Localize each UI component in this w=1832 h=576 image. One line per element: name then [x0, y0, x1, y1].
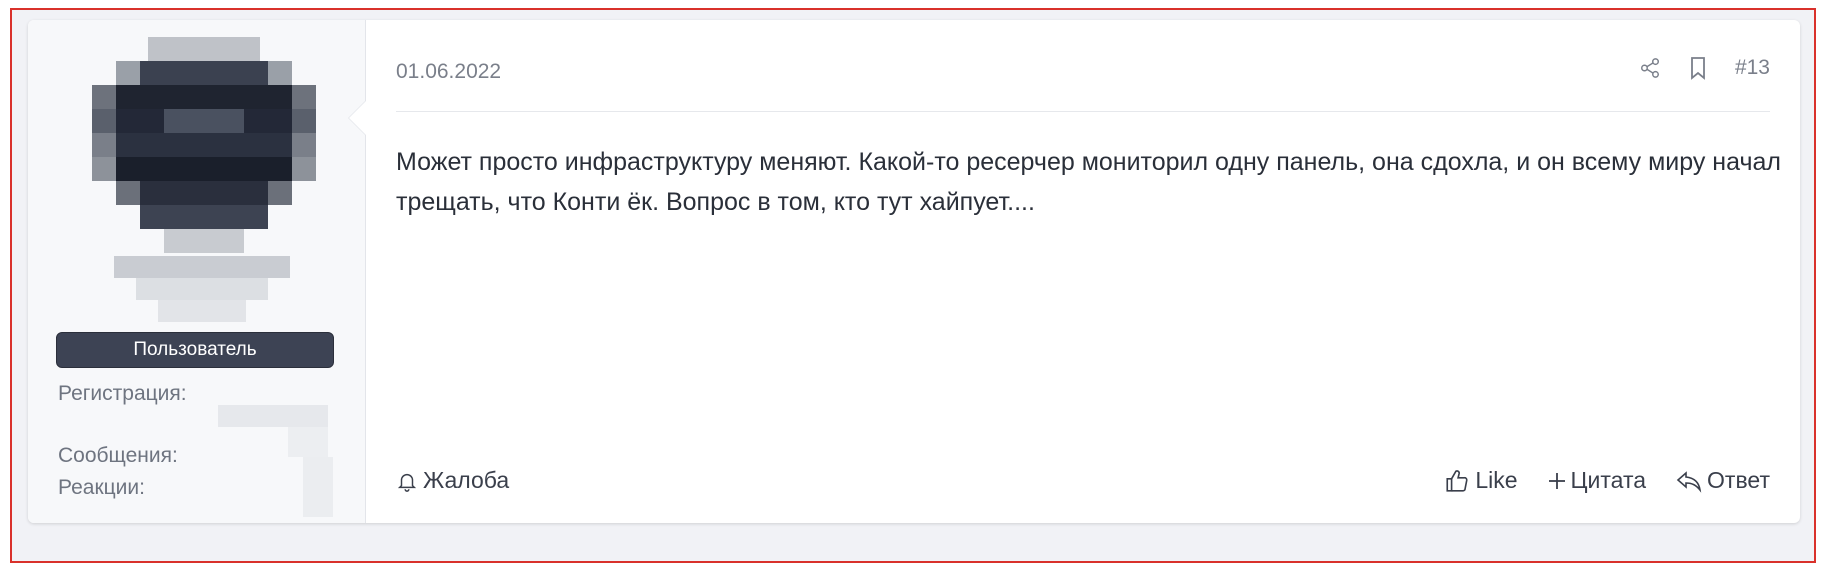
- post-content: 01.06.2022 #13 Может просто инфраструкту…: [366, 20, 1800, 523]
- post-pointer-arrow: [349, 100, 367, 136]
- like-label: Like: [1475, 467, 1518, 493]
- plus-icon: [1548, 472, 1565, 489]
- like-button[interactable]: Like: [1444, 467, 1518, 494]
- reply-label: Ответ: [1707, 467, 1770, 493]
- share-icon[interactable]: [1639, 57, 1661, 79]
- user-role-badge: Пользователь: [56, 332, 334, 368]
- quote-button[interactable]: Цитата: [1548, 467, 1647, 494]
- screenshot-frame: Пользователь Регистрация: Сообщения: Реа…: [10, 8, 1816, 563]
- bookmark-icon[interactable]: [1687, 56, 1709, 80]
- post-header-actions: #13: [1639, 56, 1770, 80]
- report-button[interactable]: Жалоба: [396, 467, 509, 494]
- post-body-text: Может просто инфраструктуру меняют. Како…: [396, 148, 1781, 216]
- reply-arrow-icon: [1676, 470, 1702, 493]
- post-date[interactable]: 01.06.2022: [396, 60, 501, 84]
- reply-button[interactable]: Ответ: [1676, 467, 1770, 494]
- bell-icon: [397, 473, 417, 492]
- messages-label: Сообщения:: [58, 444, 178, 467]
- username-blurred[interactable]: [114, 256, 290, 322]
- header-divider: [396, 111, 1770, 112]
- registration-label: Регистрация:: [58, 382, 187, 405]
- post-footer-actions: Like Цитата Ответ: [1444, 467, 1770, 494]
- user-info-column: Пользователь Регистрация: Сообщения: Реа…: [28, 20, 366, 523]
- thumbs-up-icon: [1446, 469, 1468, 492]
- report-label: Жалоба: [423, 467, 510, 493]
- avatar[interactable]: [92, 37, 316, 253]
- post-number[interactable]: #13: [1735, 56, 1770, 80]
- user-stats-blurred: [208, 405, 338, 517]
- reactions-label: Реакции:: [58, 476, 145, 499]
- forum-post: Пользователь Регистрация: Сообщения: Реа…: [28, 20, 1800, 523]
- quote-label: Цитата: [1570, 467, 1647, 493]
